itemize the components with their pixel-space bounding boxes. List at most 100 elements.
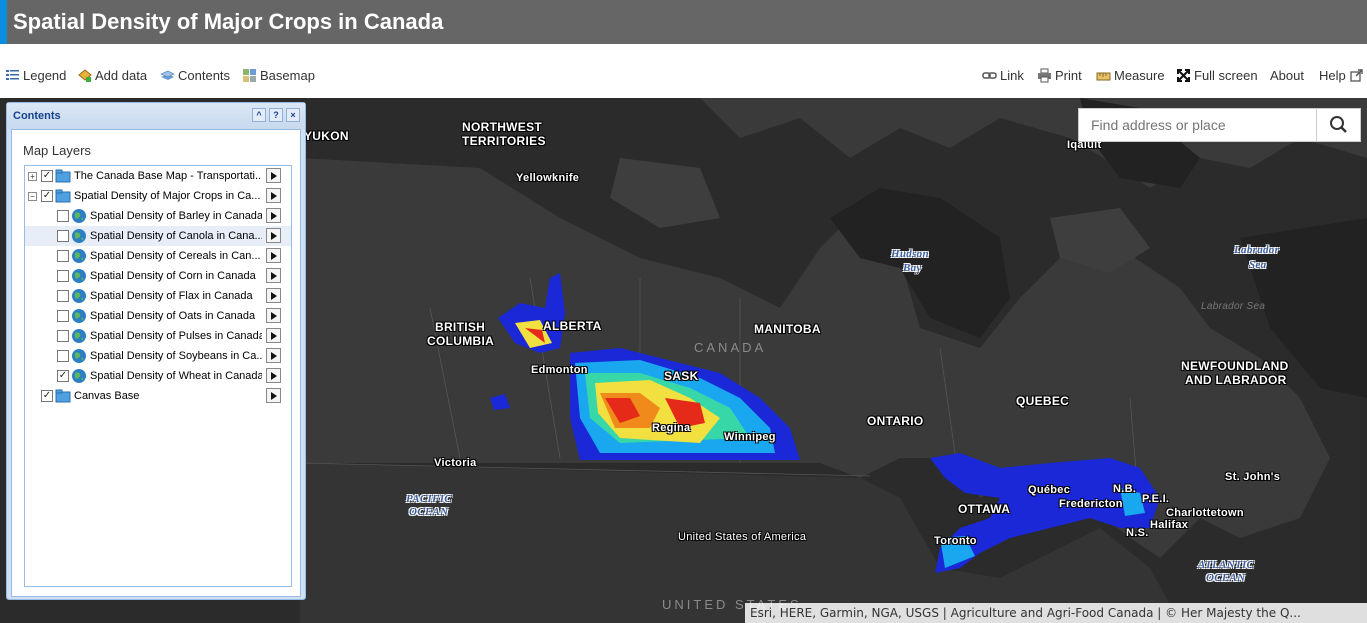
link-button[interactable]: Link	[982, 68, 1024, 83]
layer-checkbox[interactable]: ✓	[57, 370, 69, 382]
label-quebec-city: Québec	[1028, 484, 1071, 496]
layer-row[interactable]: Spatial Density of Pulses in Canada	[25, 326, 291, 346]
layer-name: Spatial Density of Major Crops in Ca...	[74, 190, 261, 202]
globe-icon	[71, 368, 87, 384]
measure-button[interactable]: Measure	[1096, 68, 1165, 83]
label-victoria: Victoria	[434, 457, 477, 469]
folder-icon	[55, 388, 71, 404]
basemap-label: Basemap	[260, 68, 315, 83]
layer-menu-button[interactable]	[266, 308, 281, 323]
label-atlantic-ocean: OCEAN	[1206, 572, 1246, 584]
collapse-button[interactable]: ^	[252, 108, 266, 122]
layer-row[interactable]: Spatial Density of Corn in Canada	[25, 266, 291, 286]
label-ns: N.S.	[1126, 527, 1149, 539]
expand-toggle-icon[interactable]: +	[28, 172, 37, 181]
layer-menu-button[interactable]	[266, 388, 281, 403]
globe-icon	[71, 348, 87, 364]
layer-checkbox[interactable]	[57, 310, 69, 322]
layer-name: Spatial Density of Pulses in Canada	[90, 330, 262, 342]
help-button[interactable]: Help	[1319, 68, 1364, 83]
layer-menu-button[interactable]	[266, 268, 281, 283]
legend-button[interactable]: Legend	[5, 68, 66, 83]
contents-button[interactable]: Contents	[160, 68, 230, 83]
close-icon: ×	[290, 110, 296, 120]
label-regina: Regina	[652, 422, 691, 434]
layer-menu-button[interactable]	[266, 348, 281, 363]
print-button[interactable]: Print	[1037, 68, 1082, 83]
layer-row[interactable]: Spatial Density of Soybeans in Ca...	[25, 346, 291, 366]
layer-menu-button[interactable]	[266, 208, 281, 223]
search-input[interactable]	[1079, 109, 1316, 141]
layer-checkbox[interactable]: ✓	[41, 170, 53, 182]
app-title: Spatial Density of Major Crops in Canada	[13, 9, 444, 34]
layer-row[interactable]: Spatial Density of Oats in Canada	[25, 306, 291, 326]
layer-name: Spatial Density of Wheat in Canada	[90, 370, 262, 382]
contents-panel-title: Contents	[13, 110, 61, 122]
layer-checkbox[interactable]	[57, 270, 69, 282]
label-sea: Sea	[1249, 259, 1267, 271]
collapse-icon: ^	[256, 110, 262, 120]
contents-panel-body: Map Layers + ✓ The Canada Base Map - Trans…	[11, 129, 301, 597]
layer-checkbox[interactable]	[57, 350, 69, 362]
label-bay: Bay	[903, 262, 922, 274]
help-panel-button[interactable]: ?	[269, 108, 283, 122]
layer-menu-button[interactable]	[266, 288, 281, 303]
label-ottawa: OTTAWA	[958, 502, 1011, 516]
layer-checkbox[interactable]	[57, 250, 69, 262]
layer-menu-button[interactable]	[266, 188, 281, 203]
basemap-icon	[242, 68, 257, 83]
fullscreen-icon	[1176, 68, 1191, 83]
add-data-button[interactable]: Add data	[77, 68, 147, 83]
toolbar: Legend Add data Contents Basemap Link Pr…	[0, 44, 1367, 98]
label-quebec: QUEBEC	[1016, 394, 1070, 408]
layer-menu-button[interactable]	[266, 248, 281, 263]
basemap-button[interactable]: Basemap	[242, 68, 315, 83]
globe-icon	[71, 228, 87, 244]
label-st-johns: St. John's	[1225, 471, 1281, 483]
search-button[interactable]	[1316, 109, 1360, 141]
about-button[interactable]: About	[1270, 68, 1304, 83]
layer-row[interactable]: Spatial Density of Canola in Cana...	[25, 226, 291, 246]
label-territories: TERRITORIES	[462, 134, 546, 148]
expand-toggle-icon[interactable]: −	[28, 192, 37, 201]
label-fredericton: Fredericton	[1059, 498, 1123, 510]
layer-row[interactable]: − ✓ Spatial Density of Major Crops in Ca..…	[25, 186, 291, 206]
label-northwest: NORTHWEST	[462, 120, 543, 134]
layer-row[interactable]: + ✓ The Canada Base Map - Transportati...	[25, 166, 291, 186]
about-label: About	[1270, 68, 1304, 83]
label-hudson: Hudson	[891, 248, 929, 260]
full-screen-label: Full screen	[1194, 68, 1258, 83]
label-yukon: YUKON	[304, 129, 349, 143]
layer-row[interactable]: Spatial Density of Barley in Canada	[25, 206, 291, 226]
title-bar: Spatial Density of Major Crops in Canada	[0, 0, 1367, 44]
layer-name: Spatial Density of Flax in Canada	[90, 290, 253, 302]
label-canada: CANADA	[694, 340, 767, 355]
layer-row[interactable]: Spatial Density of Flax in Canada	[25, 286, 291, 306]
layer-menu-button[interactable]	[266, 368, 281, 383]
measure-label: Measure	[1114, 68, 1165, 83]
layer-checkbox[interactable]	[57, 210, 69, 222]
external-link-icon	[1349, 68, 1364, 83]
layer-checkbox[interactable]: ✓	[41, 190, 53, 202]
layer-name: Spatial Density of Soybeans in Ca...	[90, 350, 262, 362]
layer-checkbox[interactable]: ✓	[41, 390, 53, 402]
contents-label: Contents	[178, 68, 231, 83]
layer-checkbox[interactable]	[57, 290, 69, 302]
close-panel-button[interactable]: ×	[286, 108, 300, 122]
label-labrador: Labrador	[1234, 244, 1280, 256]
print-icon	[1037, 68, 1052, 83]
layer-checkbox[interactable]	[57, 230, 69, 242]
layer-menu-button[interactable]	[266, 328, 281, 343]
layer-row[interactable]: ✓ Spatial Density of Wheat in Canada	[25, 366, 291, 386]
label-pei: P.E.I.	[1142, 493, 1170, 505]
layer-menu-button[interactable]	[266, 228, 281, 243]
full-screen-button[interactable]: Full screen	[1176, 68, 1258, 83]
globe-icon	[71, 308, 87, 324]
label-newfoundland: NEWFOUNDLAND	[1181, 359, 1289, 373]
label-british: BRITISH	[435, 320, 486, 334]
layer-checkbox[interactable]	[57, 330, 69, 342]
layer-menu-button[interactable]	[266, 168, 281, 183]
layer-row[interactable]: Spatial Density of Cereals in Can...	[25, 246, 291, 266]
title-accent	[0, 0, 7, 44]
layer-row[interactable]: ✓ Canvas Base	[25, 386, 291, 406]
